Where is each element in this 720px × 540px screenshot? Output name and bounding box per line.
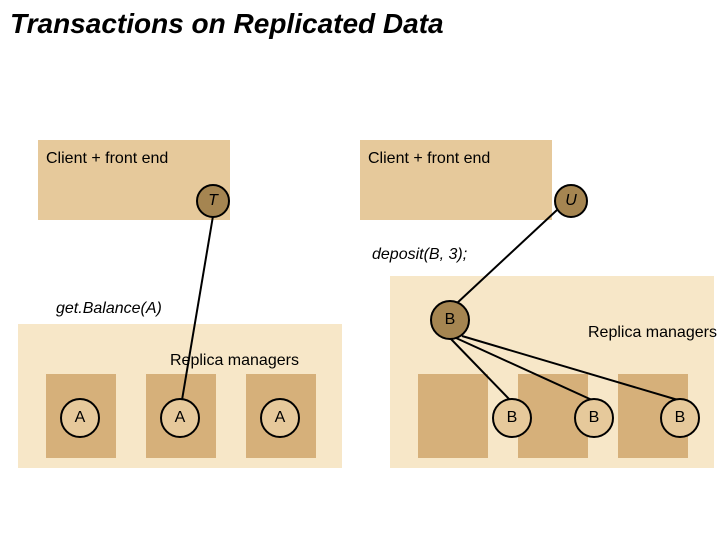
tx-disc-t: T xyxy=(196,184,230,218)
op-label-deposit: deposit(B, 3); xyxy=(372,246,467,264)
right-node-box-0 xyxy=(418,374,488,458)
left-node-2-label: A xyxy=(275,409,286,427)
right-replica-label: Replica managers xyxy=(588,324,717,342)
right-node-1-label: B xyxy=(589,409,600,427)
right-node-0-label: B xyxy=(507,409,518,427)
left-node-0-label: A xyxy=(75,409,86,427)
right-client-label: Client + front end xyxy=(368,150,490,168)
right-node-1: B xyxy=(574,398,614,438)
tx-label-t: T xyxy=(208,192,218,210)
left-node-1: A xyxy=(160,398,200,438)
left-replica-label: Replica managers xyxy=(170,352,299,370)
diagram-stage: Transactions on Replicated Data Client +… xyxy=(0,0,720,540)
right-node-2-label: B xyxy=(675,409,686,427)
right-top-b-label: B xyxy=(445,311,456,329)
page-title: Transactions on Replicated Data xyxy=(10,8,444,40)
right-top-b-disc: B xyxy=(430,300,470,340)
right-node-0: B xyxy=(492,398,532,438)
tx-label-u: U xyxy=(565,192,577,210)
right-node-2: B xyxy=(660,398,700,438)
tx-disc-u: U xyxy=(554,184,588,218)
left-node-1-label: A xyxy=(175,409,186,427)
left-node-2: A xyxy=(260,398,300,438)
left-node-0: A xyxy=(60,398,100,438)
op-label-getbalance: get.Balance(A) xyxy=(56,300,162,318)
left-client-label: Client + front end xyxy=(46,150,168,168)
